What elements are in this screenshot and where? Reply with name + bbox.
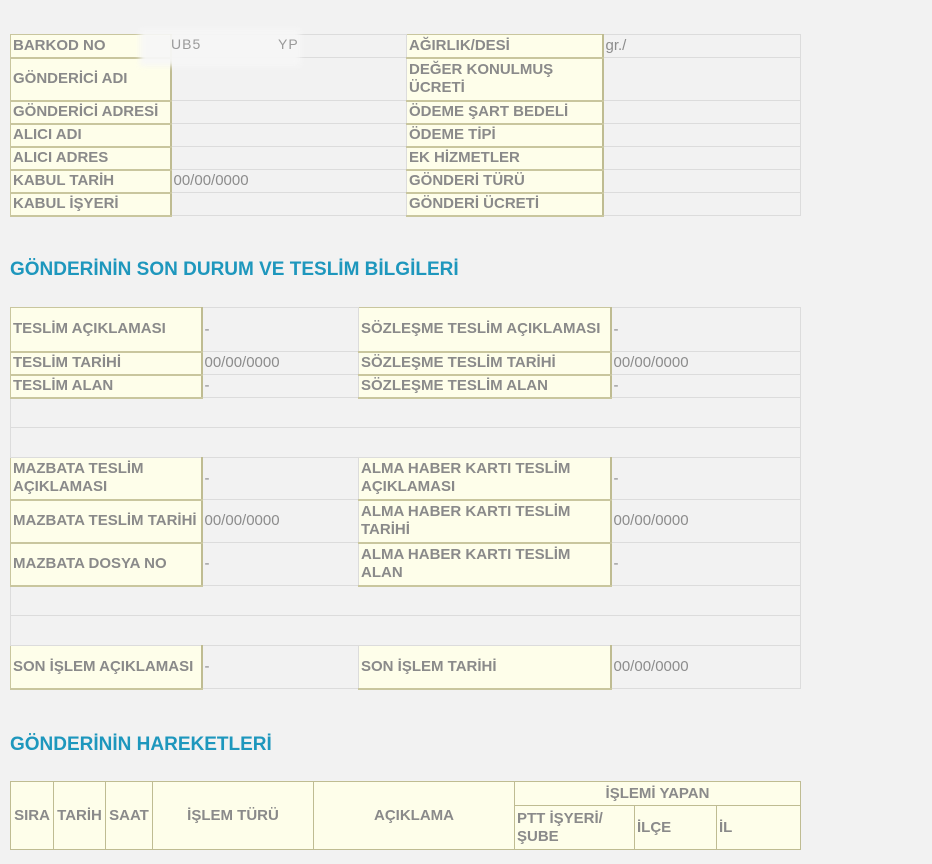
mazbata-desc-label: MAZBATA TESLİM AÇIKLAMASI — [10, 457, 203, 501]
shipment-type-value — [602, 169, 801, 193]
spacer-row — [10, 615, 801, 646]
spacer-row — [10, 397, 801, 428]
col-header-sira: SIRA — [10, 781, 54, 850]
col-header-aciklama: AÇIKLAMA — [313, 781, 515, 850]
ahk-receiver-label: ALMA HABER KARTI TESLİM ALAN — [358, 542, 612, 587]
mazbata-file-value: - — [201, 542, 359, 586]
col-header-islemi-yapan: İŞLEMİ YAPAN — [513, 781, 802, 806]
last-op-date-value: 00/00/0000 — [610, 645, 801, 689]
accept-date-label: KABUL TARİH — [10, 169, 172, 194]
mazbata-date-value: 00/00/0000 — [201, 499, 359, 543]
delivery-desc-label: TESLİM AÇIKLAMASI — [10, 307, 203, 353]
delivery-receiver-label: TESLİM ALAN — [10, 374, 203, 399]
last-op-desc-value: - — [201, 645, 359, 689]
col-header-tarih: TARİH — [53, 781, 106, 850]
mazbata-date-label: MAZBATA TESLİM TARİHİ — [10, 499, 203, 544]
payment-type-label: ÖDEME TİPİ — [406, 123, 604, 148]
contract-desc-value: - — [610, 307, 801, 352]
delivery-date-value: 00/00/0000 — [201, 351, 359, 375]
contract-date-value: 00/00/0000 — [610, 351, 801, 375]
col-header-islem-turu: İŞLEM TÜRÜ — [152, 781, 314, 850]
ahk-date-label: ALMA HABER KARTI TESLİM TARİHİ — [358, 499, 612, 544]
ahk-desc-value: - — [610, 457, 801, 500]
last-op-date-label: SON İŞLEM TARİHİ — [358, 645, 612, 690]
accept-date-value: 00/00/0000 — [170, 169, 407, 193]
contract-desc-label: SÖZLEŞME TESLİM AÇIKLAMASI — [358, 307, 612, 353]
ahk-receiver-value: - — [610, 542, 801, 586]
extra-services-label: EK HİZMETLER — [406, 146, 604, 171]
spacer-row — [10, 427, 801, 458]
weight-value: gr./ — [602, 34, 801, 58]
delivery-receiver-value: - — [201, 374, 359, 398]
recipient-address-label: ALICI ADRES — [10, 146, 172, 171]
contract-date-label: SÖZLEŞME TESLİM TARİHİ — [358, 351, 612, 376]
mazbata-file-label: MAZBATA DOSYA NO — [10, 542, 203, 587]
declared-value-label: DEĞER KONULMUŞ ÜCRETİ — [406, 57, 604, 102]
last-op-desc-label: SON İŞLEM AÇIKLAMASI — [10, 645, 203, 690]
recipient-name-value — [170, 123, 407, 147]
delivery-date-label: TESLİM TARİHİ — [10, 351, 203, 376]
extra-services-value — [602, 146, 801, 170]
delivery-info-table: TESLİM AÇIKLAMASI - SÖZLEŞME TESLİM AÇIK… — [10, 307, 801, 690]
barcode-value-suffix: YP — [278, 36, 299, 52]
shipment-type-label: GÖNDERİ TÜRÜ — [406, 169, 604, 194]
recipient-address-value — [170, 146, 407, 170]
delivery-desc-value: - — [201, 307, 359, 352]
movements-table: SIRA TARİH SAAT İŞLEM TÜRÜ AÇIKLAMA İŞLE… — [10, 781, 802, 850]
accept-office-value — [170, 192, 407, 216]
payment-condition-label: ÖDEME ŞART BEDELİ — [406, 100, 604, 125]
mazbata-desc-value: - — [201, 457, 359, 500]
shipment-info-table: BARKOD NO AĞIRLIK/DESİ gr./ GÖNDERİCİ AD… — [10, 34, 801, 217]
recipient-name-label: ALICI ADI — [10, 123, 172, 148]
payment-condition-value — [602, 100, 801, 124]
shipment-fee-value — [602, 192, 801, 216]
shipment-fee-label: GÖNDERİ ÜCRETİ — [406, 192, 604, 217]
col-header-saat: SAAT — [105, 781, 153, 850]
movements-section-title: GÖNDERİNİN HAREKETLERİ — [10, 734, 272, 755]
col-header-il: İL — [715, 805, 802, 850]
barcode-redaction — [140, 30, 300, 66]
declared-value-value — [602, 57, 801, 101]
contract-receiver-label: SÖZLEŞME TESLİM ALAN — [358, 374, 612, 399]
ahk-date-value: 00/00/0000 — [610, 499, 801, 543]
accept-office-label: KABUL İŞYERİ — [10, 192, 172, 217]
delivery-section-title: GÖNDERİNİN SON DURUM VE TESLİM BİLGİLERİ — [10, 259, 459, 280]
sender-address-value — [170, 100, 407, 124]
contract-receiver-value: - — [610, 374, 801, 398]
spacer-row — [10, 585, 801, 616]
sender-address-label: GÖNDERİCİ ADRESİ — [10, 100, 172, 125]
barcode-value-text: UB5 — [171, 36, 202, 52]
ahk-desc-label: ALMA HABER KARTI TESLİM AÇIKLAMASI — [358, 457, 612, 501]
col-header-ilce: İLÇE — [634, 805, 717, 850]
weight-label: AĞIRLIK/DESİ — [406, 34, 604, 59]
col-header-ptt-isyeri: PTT İŞYERİ/ ŞUBE — [514, 805, 635, 850]
payment-type-value — [602, 123, 801, 147]
